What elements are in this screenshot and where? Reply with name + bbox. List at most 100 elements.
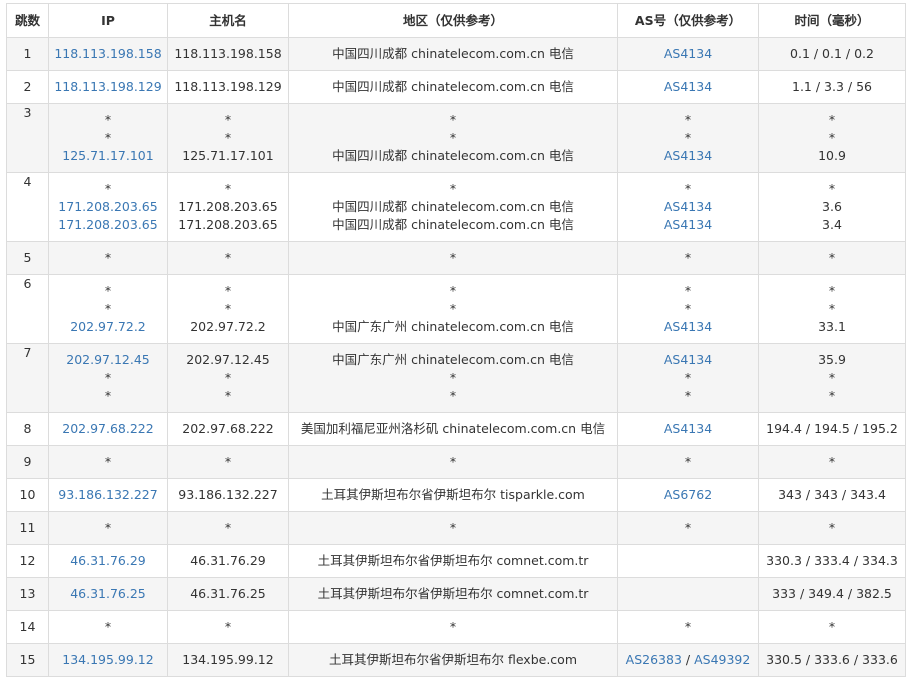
- hop-number: 8: [6, 412, 49, 446]
- as-text: *: [684, 181, 692, 196]
- ip-text: *: [104, 250, 112, 265]
- col-header-as: AS号（仅供参考）: [617, 3, 759, 38]
- ip-link[interactable]: 202.97.12.45: [53, 351, 163, 369]
- as-line: *: [622, 282, 754, 300]
- traceroute-table: 跳数 IP 主机名 地区（仅供参考） AS号（仅供参考） 时间（毫秒） 1 118…: [6, 3, 906, 677]
- as-link[interactable]: AS4134: [664, 79, 712, 94]
- ip-link[interactable]: 93.186.132.227: [53, 486, 163, 504]
- ip-text: *: [104, 619, 112, 634]
- ip-cell: * 171.208.203.65 171.208.203.65: [48, 172, 168, 242]
- time-text: 1.1 / 3.3 / 56: [792, 79, 872, 94]
- hostname-cell: * * 125.71.17.101: [167, 103, 289, 173]
- as-cell: AS4134: [617, 37, 759, 71]
- as-cell: AS26383 / AS49392: [617, 643, 759, 677]
- time-text: 35.9: [818, 352, 846, 367]
- time-text: *: [828, 520, 836, 535]
- ip-cell: 46.31.76.29: [48, 544, 168, 578]
- col-header-hop: 跳数: [6, 3, 49, 38]
- as-line: [622, 585, 754, 603]
- hop-number: 4: [6, 172, 49, 242]
- region-cell: 中国四川成都 chinatelecom.com.cn 电信: [288, 37, 618, 71]
- region-text: *: [449, 301, 457, 316]
- hostname-text: *: [224, 283, 232, 298]
- region-text: 土耳其伊斯坦布尔省伊斯坦布尔 comnet.com.tr: [317, 586, 589, 601]
- hostname-cell: *: [167, 445, 289, 479]
- as-link[interactable]: AS4134: [664, 421, 712, 436]
- ip-text: *: [104, 283, 112, 298]
- hostname-cell: 202.97.12.45 * *: [167, 343, 289, 413]
- hostname-cell: 46.31.76.29: [167, 544, 289, 578]
- ip-link[interactable]: 46.31.76.29: [53, 552, 163, 570]
- time-cell: 1.1 / 3.3 / 56: [758, 70, 906, 104]
- region-text: *: [449, 181, 457, 196]
- region-cell: 土耳其伊斯坦布尔省伊斯坦布尔 comnet.com.tr: [288, 544, 618, 578]
- region-cell: 中国广东广州 chinatelecom.com.cn 电信 * *: [288, 343, 618, 413]
- ip-text: *: [104, 181, 112, 196]
- as-link[interactable]: AS6762: [664, 487, 712, 502]
- as-line: AS4134: [622, 198, 754, 216]
- region-text: 土耳其伊斯坦布尔省伊斯坦布尔 comnet.com.tr: [317, 553, 589, 568]
- as-cell: * * AS4134: [617, 274, 759, 344]
- ip-link[interactable]: 134.195.99.12: [53, 651, 163, 669]
- as-link[interactable]: AS26383: [626, 652, 682, 667]
- ip-link[interactable]: 171.208.203.65: [53, 216, 163, 234]
- as-line: AS4134: [622, 147, 754, 165]
- time-cell: 330.3 / 333.4 / 334.3: [758, 544, 906, 578]
- as-link[interactable]: AS49392: [694, 652, 750, 667]
- table-row: 9 * * * * *: [6, 445, 906, 479]
- as-line: *: [622, 249, 754, 267]
- table-row: 13 46.31.76.25 46.31.76.25 土耳其伊斯坦布尔省伊斯坦布尔 c…: [6, 577, 906, 611]
- time-cell: 35.9 * *: [758, 343, 906, 413]
- ip-link[interactable]: 118.113.198.129: [53, 78, 163, 96]
- time-text: 33.1: [818, 319, 846, 334]
- time-text: *: [828, 388, 836, 403]
- hop-number: 6: [6, 274, 49, 344]
- ip-cell: *: [48, 610, 168, 644]
- hostname-cell: 118.113.198.129: [167, 70, 289, 104]
- ip-link[interactable]: 118.113.198.158: [53, 45, 163, 63]
- hop-number: 12: [6, 544, 49, 578]
- ip-link[interactable]: 46.31.76.25: [53, 585, 163, 603]
- hop-number: 3: [6, 103, 49, 173]
- table-row: 1 118.113.198.158 118.113.198.158 中国四川成都 ch…: [6, 37, 906, 71]
- as-text: *: [684, 520, 692, 535]
- time-text: *: [828, 454, 836, 469]
- time-text: *: [828, 130, 836, 145]
- table-row: 2 118.113.198.129 118.113.198.129 中国四川成都 ch…: [6, 70, 906, 104]
- as-link[interactable]: AS4134: [664, 319, 712, 334]
- hop-number: 9: [6, 445, 49, 479]
- time-text: 194.4 / 194.5 / 195.2: [766, 421, 898, 436]
- ip-link[interactable]: 202.97.72.2: [53, 318, 163, 336]
- hostname-text: *: [224, 619, 232, 634]
- ip-text: *: [104, 370, 112, 385]
- region-cell: 美国加利福尼亚州洛杉矶 chinatelecom.com.cn 电信: [288, 412, 618, 446]
- region-cell: 土耳其伊斯坦布尔省伊斯坦布尔 tisparkle.com: [288, 478, 618, 512]
- region-text: 中国四川成都 chinatelecom.com.cn 电信: [332, 199, 574, 214]
- as-cell: *: [617, 241, 759, 275]
- region-cell: * 中国四川成都 chinatelecom.com.cn 电信 中国四川成都 chi…: [288, 172, 618, 242]
- ip-link[interactable]: 125.71.17.101: [53, 147, 163, 165]
- region-cell: *: [288, 445, 618, 479]
- as-link[interactable]: AS4134: [664, 217, 712, 232]
- time-text: 343 / 343 / 343.4: [778, 487, 886, 502]
- hostname-cell: *: [167, 610, 289, 644]
- as-link[interactable]: AS4134: [664, 199, 712, 214]
- time-cell: 333 / 349.4 / 382.5: [758, 577, 906, 611]
- as-link[interactable]: AS4134: [664, 352, 712, 367]
- time-text: *: [828, 370, 836, 385]
- as-text: *: [684, 619, 692, 634]
- region-text: *: [449, 130, 457, 145]
- as-cell: AS4134 * *: [617, 343, 759, 413]
- as-cell: * AS4134 AS4134: [617, 172, 759, 242]
- table-row: 5 * * * * *: [6, 241, 906, 275]
- time-cell: 194.4 / 194.5 / 195.2: [758, 412, 906, 446]
- time-text: 330.5 / 333.6 / 333.6: [766, 652, 898, 667]
- region-text: *: [449, 370, 457, 385]
- as-link[interactable]: AS4134: [664, 46, 712, 61]
- ip-link[interactable]: 202.97.68.222: [53, 420, 163, 438]
- hop-number: 15: [6, 643, 49, 677]
- ip-link[interactable]: 171.208.203.65: [53, 198, 163, 216]
- hostname-cell: 118.113.198.158: [167, 37, 289, 71]
- as-text: *: [684, 454, 692, 469]
- as-link[interactable]: AS4134: [664, 148, 712, 163]
